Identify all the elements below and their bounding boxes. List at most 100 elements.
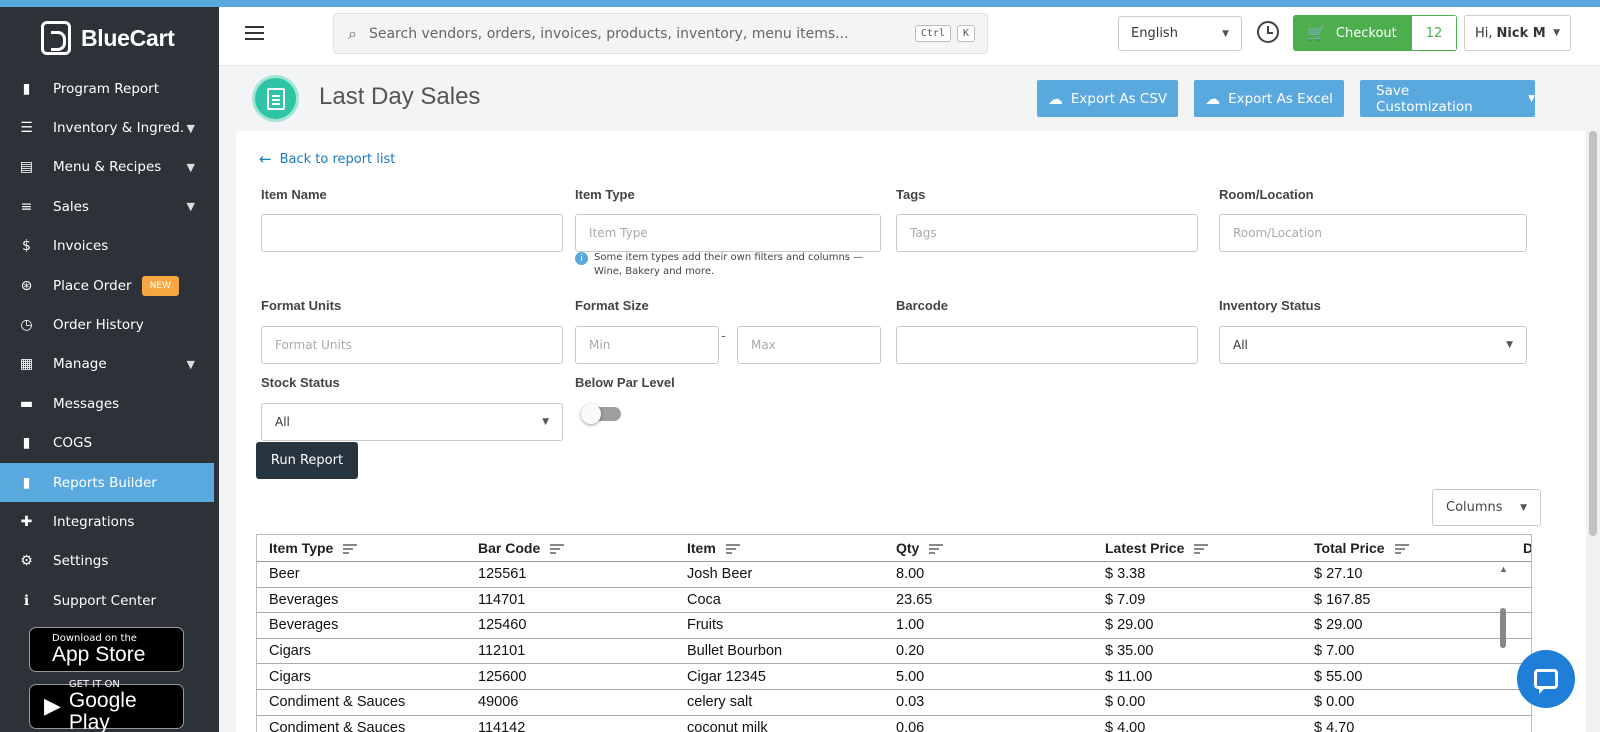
- sidebar-item-manage[interactable]: ▦ Manage ▼: [0, 345, 219, 384]
- brand-logo[interactable]: BlueCart: [0, 7, 219, 69]
- sort-icon[interactable]: [1194, 544, 1209, 554]
- global-search: ⌕ Ctrl K: [333, 13, 988, 54]
- sidebar-item-messages[interactable]: ▬ Messages: [0, 384, 219, 423]
- sort-icon[interactable]: [550, 544, 565, 554]
- export-excel-button[interactable]: ☁ Export As Excel: [1194, 80, 1344, 117]
- chevron-down-icon[interactable]: ▼: [187, 161, 195, 174]
- table-cell: 1.00: [896, 617, 925, 634]
- sidebar-item-reports-builder[interactable]: ▮ Reports Builder: [0, 462, 214, 503]
- column-header[interactable]: Total Price: [1302, 540, 1511, 556]
- sort-icon[interactable]: [725, 544, 740, 554]
- room-location-input[interactable]: [1219, 214, 1527, 252]
- hamburger-menu-icon[interactable]: [245, 26, 264, 40]
- below-par-label: Below Par Level: [575, 375, 675, 390]
- sidebar-item-support-center[interactable]: ℹ Support Center: [0, 581, 219, 620]
- format-units-input[interactable]: [261, 326, 563, 364]
- bluecart-logo-icon: [41, 21, 71, 55]
- table-row[interactable]: Beverages 114701 Coca 23.65 $ 7.09 $ 167.85: [257, 588, 1531, 614]
- page-title: Last Day Sales: [319, 83, 481, 110]
- column-header[interactable]: Item: [675, 540, 884, 556]
- barcode-label: Barcode: [896, 298, 949, 313]
- app-store-big-text: App Store: [52, 643, 146, 666]
- format-size-max-input[interactable]: [737, 326, 881, 364]
- table-scroll-thumb[interactable]: [1500, 608, 1506, 648]
- page-scroll-thumb[interactable]: [1589, 131, 1597, 536]
- table-scrollbar[interactable]: ▲: [1497, 564, 1511, 732]
- clock-icon[interactable]: [1257, 21, 1279, 43]
- save-customization-label: Save Customization: [1376, 82, 1473, 115]
- below-par-toggle[interactable]: [581, 404, 621, 424]
- report-table: Item Type Bar Code Item Qty Latest Price Tota…: [256, 534, 1532, 732]
- table-row[interactable]: Beer 125561 Josh Beer 8.00 $ 3.38 $ 27.10: [257, 562, 1531, 588]
- table-cell: Beverages: [269, 591, 339, 608]
- sort-icon[interactable]: [343, 544, 358, 554]
- sidebar-item-menu-recipes[interactable]: ▤ Menu & Recipes ▼: [0, 148, 219, 187]
- chevron-down-icon: ▼: [1553, 28, 1560, 38]
- sidebar-item-label: Reports Builder: [53, 474, 157, 491]
- table-cell: 112101: [478, 643, 526, 660]
- chevron-down-icon[interactable]: ▼: [187, 200, 195, 213]
- table-cell: 125561: [478, 566, 527, 583]
- app-store-button[interactable]: Download on the App Store: [29, 627, 184, 672]
- search-input[interactable]: [368, 25, 915, 42]
- table-cell: Condiment & Sauces: [269, 694, 406, 711]
- checkout-main[interactable]: 🛒 Checkout: [1293, 15, 1411, 51]
- column-header[interactable]: Latest Price: [1093, 540, 1302, 556]
- inventory-status-select[interactable]: All ▼: [1219, 326, 1527, 364]
- barcode-input[interactable]: [896, 326, 1198, 364]
- sidebar-item-settings[interactable]: ⚙ Settings: [0, 542, 219, 581]
- page-scrollbar[interactable]: [1586, 131, 1600, 732]
- table-cell: 23.65: [896, 591, 933, 608]
- sidebar-item-inventory-ingred[interactable]: ☰ Inventory & Ingred. ▼: [0, 108, 219, 147]
- manage-icon: ▦: [19, 356, 34, 373]
- item-type-hint: i Some item types add their own filters …: [575, 251, 885, 279]
- checkout-button[interactable]: 🛒 Checkout 12: [1293, 15, 1457, 51]
- format-size-min-input[interactable]: [575, 326, 719, 364]
- google-play-button[interactable]: ▶ GET IT ON Google Play: [29, 679, 184, 732]
- table-cell: $ 0.00: [1105, 694, 1146, 711]
- columns-dropdown[interactable]: Columns ▼: [1432, 489, 1541, 526]
- sidebar-item-cogs[interactable]: ▮ COGS: [0, 424, 219, 463]
- sort-icon[interactable]: [1394, 544, 1409, 554]
- language-select[interactable]: English ▼: [1118, 16, 1242, 51]
- table-row[interactable]: Beverages 125460 Fruits 1.00 $ 29.00 $ 29.00: [257, 613, 1531, 639]
- sort-icon[interactable]: [929, 544, 944, 554]
- column-header[interactable]: Da: [1511, 540, 1531, 556]
- table-row[interactable]: Cigars 112101 Bullet Bourbon 0.20 $ 35.00 $ 7…: [257, 639, 1531, 665]
- column-header-label: Da: [1523, 540, 1531, 556]
- table-row[interactable]: Cigars 125600 Cigar 12345 5.00 $ 11.00 $ 55.0…: [257, 664, 1531, 690]
- table-cell: $ 4.70: [1314, 719, 1355, 732]
- bar-chart-icon: ▮: [22, 80, 31, 97]
- table-cell: coconut milk: [687, 719, 768, 732]
- table-row[interactable]: Condiment & Sauces 114142 coconut milk 0.06…: [257, 716, 1531, 732]
- sidebar-item-place-order[interactable]: ⊛ Place Order NEW: [0, 266, 219, 305]
- table-cell: celery salt: [687, 694, 753, 711]
- sidebar-item-order-history[interactable]: ◷ Order History: [0, 305, 219, 344]
- save-customization-button[interactable]: Save Customization ▼: [1360, 80, 1535, 117]
- chat-button[interactable]: [1517, 650, 1575, 708]
- table-cell: 0.06: [896, 719, 925, 732]
- cart-count[interactable]: 12: [1411, 15, 1457, 51]
- run-report-button[interactable]: Run Report: [256, 442, 358, 479]
- column-header[interactable]: Bar Code: [466, 540, 675, 556]
- sidebar-item-invoices[interactable]: $ Invoices: [0, 227, 219, 266]
- sidebar-item-sales[interactable]: ≡ Sales ▼: [0, 187, 219, 226]
- stock-status-select[interactable]: All ▼: [261, 403, 563, 441]
- table-cell: Bullet Bourbon: [687, 643, 783, 660]
- item-type-input[interactable]: [575, 214, 881, 252]
- tags-input[interactable]: [896, 214, 1198, 252]
- column-header[interactable]: Item Type: [257, 540, 466, 556]
- sidebar-item-integrations[interactable]: ✚ Integrations: [0, 502, 219, 541]
- item-name-input[interactable]: [261, 214, 563, 252]
- sidebar-item-program-report[interactable]: ▮ Program Report: [0, 69, 219, 108]
- export-csv-button[interactable]: ☁ Export As CSV: [1037, 80, 1178, 117]
- chevron-down-icon[interactable]: ▼: [187, 358, 195, 371]
- chevron-down-icon: ▼: [1222, 28, 1229, 39]
- chevron-down-icon[interactable]: ▼: [187, 122, 195, 135]
- scroll-up-icon[interactable]: ▲: [1499, 564, 1508, 574]
- export-csv-label: Export As CSV: [1070, 90, 1168, 107]
- back-to-report-list-link[interactable]: ← Back to report list: [259, 150, 395, 168]
- table-row[interactable]: Condiment & Sauces 49006 celery salt 0.03 $ …: [257, 690, 1531, 716]
- user-menu[interactable]: Hi, Nick M ▼: [1464, 15, 1571, 51]
- column-header[interactable]: Qty: [884, 540, 1093, 556]
